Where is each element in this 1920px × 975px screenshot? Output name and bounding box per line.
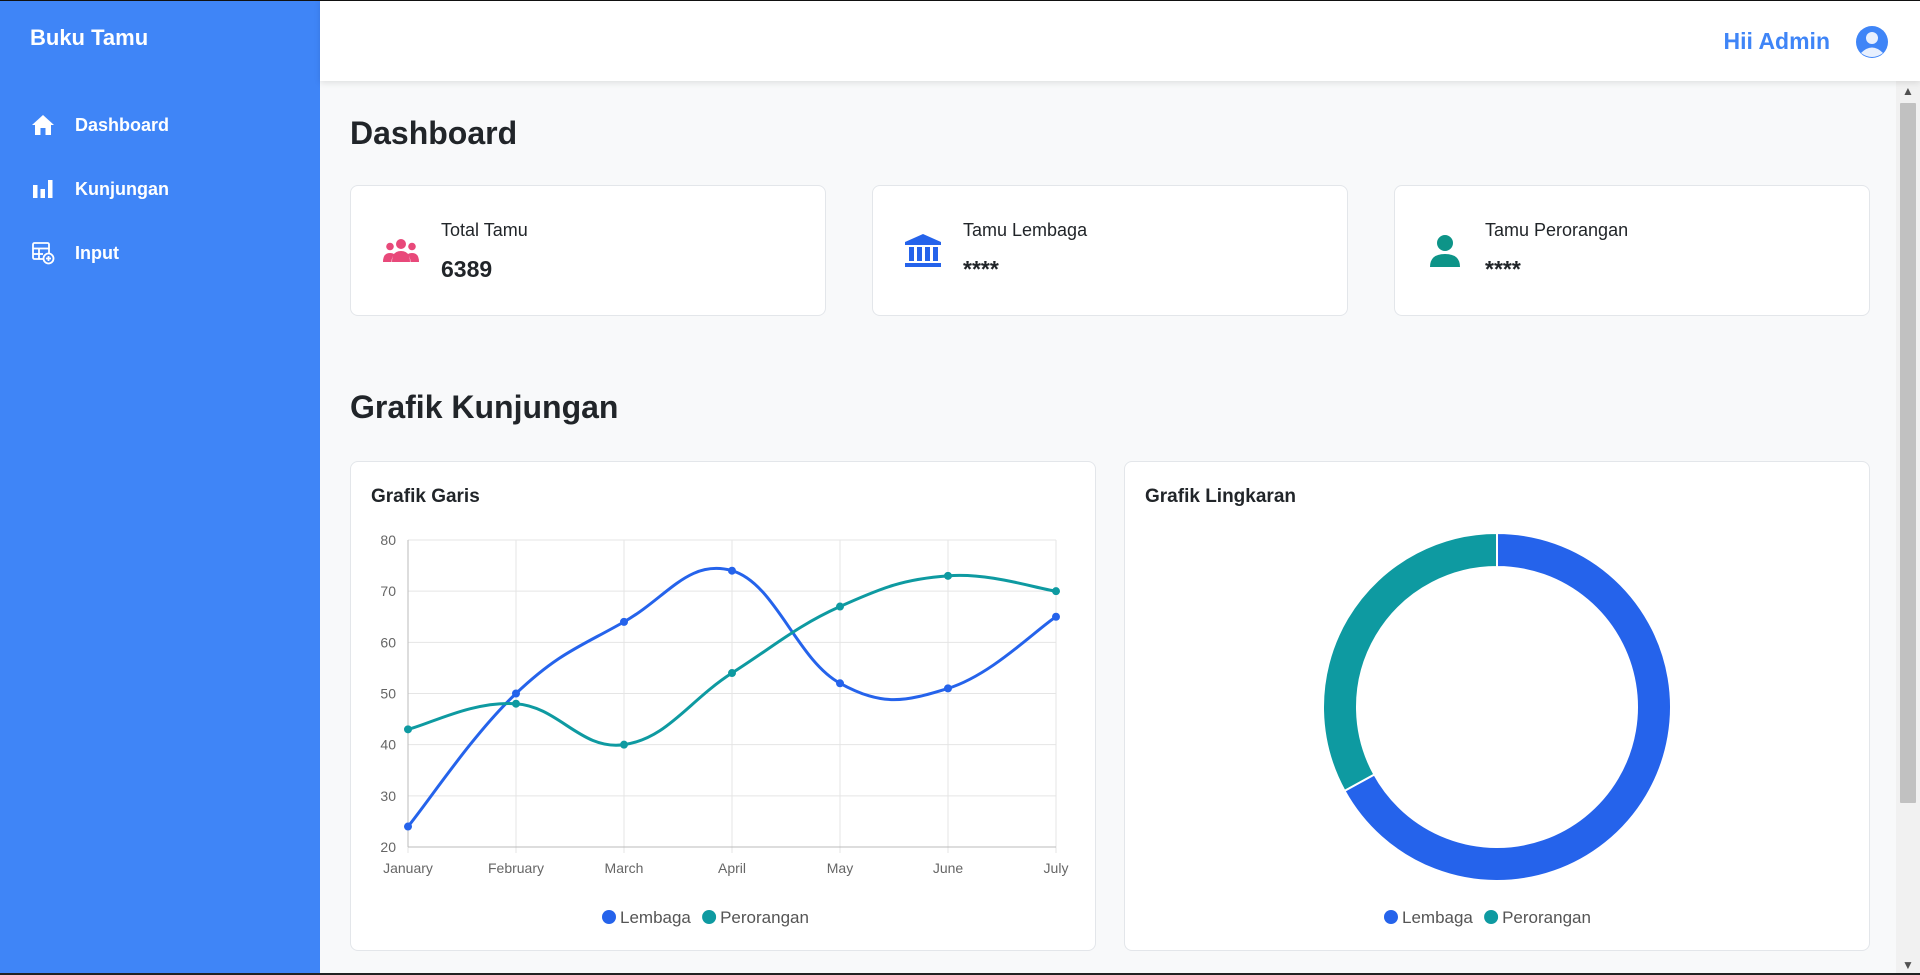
legend-label: Perorangan xyxy=(720,908,809,927)
stat-value: **** xyxy=(1485,256,1521,282)
y-tick-label: 40 xyxy=(380,737,396,753)
data-point-lembaga xyxy=(404,822,412,831)
data-point-lembaga xyxy=(620,617,628,626)
stat-label: Tamu Perorangan xyxy=(1485,220,1629,240)
vertical-scrollbar[interactable]: ▲ ▼ xyxy=(1896,81,1920,975)
section-title: Grafik Kunjungan xyxy=(350,389,619,425)
doughnut-chart: Lembaga Perorangan xyxy=(1322,531,1672,927)
data-point-perorangan xyxy=(944,571,952,580)
x-tick-label: April xyxy=(718,860,746,876)
x-tick-label: March xyxy=(605,860,644,876)
y-tick-label: 20 xyxy=(380,839,396,855)
bar-chart-icon xyxy=(30,176,56,202)
y-tick-label: 70 xyxy=(380,583,396,599)
y-tick-label: 30 xyxy=(380,788,396,804)
top-navbar: Hii Admin xyxy=(320,0,1920,81)
sidebar-item-kunjungan[interactable]: Kunjungan xyxy=(0,157,320,221)
greeting-text: Hii Admin xyxy=(1723,28,1830,54)
data-point-lembaga xyxy=(944,684,952,693)
data-point-perorangan xyxy=(728,669,736,678)
data-point-lembaga xyxy=(836,679,844,688)
stat-label: Tamu Lembaga xyxy=(963,220,1088,240)
sidebar: Buku Tamu Dashboard Kunjungan Input xyxy=(0,0,320,975)
scroll-up-arrow-icon[interactable]: ▲ xyxy=(1896,81,1920,101)
stat-card-perorangan: Tamu Perorangan **** xyxy=(1394,185,1870,316)
legend-marker-lembaga xyxy=(602,910,616,924)
x-tick-label: May xyxy=(827,860,853,876)
line-chart: 20 30 40 50 60 70 80 January February March April M… xyxy=(380,532,1069,927)
sidebar-nav: Dashboard Kunjungan Input xyxy=(0,93,320,285)
line-chart-card: Grafik Garis 20 30 40 50 60 70 80 January Februa… xyxy=(350,461,1096,951)
legend-marker-perorangan xyxy=(1484,910,1499,924)
x-tick-label: January xyxy=(383,860,433,876)
page-title: Dashboard xyxy=(350,115,518,151)
data-point-perorangan xyxy=(1052,587,1060,596)
legend-marker-lembaga xyxy=(1384,910,1398,924)
scroll-down-arrow-icon[interactable]: ▼ xyxy=(1896,955,1920,975)
institution-icon xyxy=(903,232,943,270)
data-point-perorangan xyxy=(836,602,844,611)
users-icon xyxy=(381,232,421,270)
person-icon xyxy=(1425,232,1465,270)
data-point-lembaga xyxy=(728,566,736,575)
legend-label: Perorangan xyxy=(1502,908,1591,927)
brand-title[interactable]: Buku Tamu xyxy=(30,25,148,51)
y-tick-label: 60 xyxy=(380,634,396,650)
legend-marker-perorangan xyxy=(702,910,717,924)
data-point-perorangan xyxy=(512,699,520,708)
legend-label: Lembaga xyxy=(620,908,691,927)
data-point-lembaga xyxy=(1052,612,1060,621)
data-point-perorangan xyxy=(404,725,412,734)
sidebar-item-input[interactable]: Input xyxy=(0,221,320,285)
stat-value: 6389 xyxy=(441,256,493,282)
stat-value: **** xyxy=(963,256,999,282)
stat-card-lembaga: Tamu Lembaga **** xyxy=(872,185,1348,316)
table-add-icon xyxy=(30,240,56,266)
data-point-lembaga xyxy=(512,689,520,698)
sidebar-item-label: Dashboard xyxy=(75,114,170,135)
data-point-perorangan xyxy=(620,740,628,749)
scroll-thumb[interactable] xyxy=(1900,103,1916,803)
x-tick-label: July xyxy=(1044,860,1069,876)
y-tick-label: 80 xyxy=(380,532,396,548)
sidebar-item-label: Kunjungan xyxy=(75,178,169,199)
sidebar-item-dashboard[interactable]: Dashboard xyxy=(0,93,320,157)
x-tick-label: February xyxy=(488,860,544,876)
home-icon xyxy=(30,112,56,138)
pie-chart-card: Grafik Lingkaran Lembaga Perorangan xyxy=(1124,461,1870,951)
stat-card-total: Total Tamu 6389 xyxy=(350,185,826,316)
main-content: Dashboard Total Tamu 6389 Tamu Lembaga *… xyxy=(320,81,1896,975)
stat-label: Total Tamu xyxy=(441,220,528,240)
x-tick-label: June xyxy=(933,860,964,876)
user-circle-icon[interactable] xyxy=(1855,25,1889,59)
y-tick-label: 50 xyxy=(380,686,396,702)
sidebar-item-label: Input xyxy=(75,242,119,263)
legend-label: Lembaga xyxy=(1402,908,1473,927)
doughnut-slice-perorangan xyxy=(1322,531,1498,793)
